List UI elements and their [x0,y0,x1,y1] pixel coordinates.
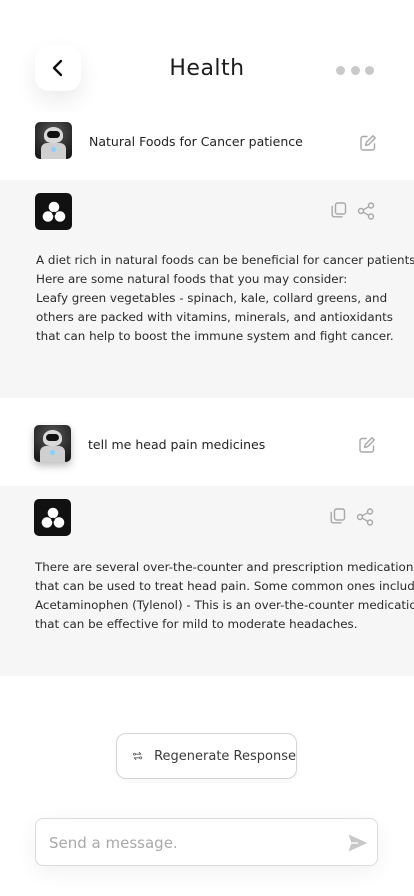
response-line: that can be effective for mild to modera… [35,617,358,631]
response-line: A diet rich in natural foods can be bene… [36,253,414,267]
edit-icon[interactable] [358,436,376,454]
more-dots-icon [350,65,360,75]
bot-response: There are several over-the-counter and p… [0,486,414,676]
response-line: that can be used to treat head pain. Som… [35,579,414,593]
share-icon[interactable] [357,202,375,220]
more-dots-icon [336,65,345,75]
bot-logo [34,499,71,536]
avatar [35,122,72,159]
response-line: that can help to boost the immune system… [36,329,394,343]
copy-icon[interactable] [330,508,346,524]
bot-logo [35,193,72,230]
regenerate-icon [132,751,143,761]
bot-response: A diet rich in natural foods can be bene… [0,180,414,398]
response-line: Acetaminophen (Tylenol) - This is an ove… [35,598,414,612]
more-options-button[interactable] [336,64,374,76]
header: Health [0,0,414,112]
message-input[interactable] [49,819,329,867]
message-composer [35,818,378,867]
share-icon[interactable] [356,508,374,526]
regenerate-response-button[interactable]: Regenerate Response [116,733,297,779]
response-line: There are several over-the-counter and p… [35,560,414,574]
avatar [34,425,71,462]
response-actions [330,508,374,526]
more-dots-icon [365,65,374,75]
bot-logo-icon [41,507,64,528]
bot-logo-icon [42,201,65,222]
bot-response-text: A diet rich in natural foods can be bene… [36,251,414,346]
bot-response-text: There are several over-the-counter and p… [35,558,414,634]
user-prompt: Natural Foods for Cancer patience [0,112,414,174]
edit-icon[interactable] [359,134,377,152]
response-actions [331,202,375,220]
send-icon[interactable] [347,833,369,853]
response-line: Here are some natural foods that you may… [36,272,348,286]
regenerate-label: Regenerate Response [154,748,296,764]
user-prompt-text: tell me head pain medicines [88,437,266,452]
response-line: Leafy green vegetables - spinach, kale, … [36,291,388,305]
response-line: others are packed with vitamins, mineral… [36,310,393,324]
user-prompt-text: Natural Foods for Cancer patience [89,134,303,149]
user-prompt: tell me head pain medicines [0,414,414,476]
copy-icon[interactable] [331,202,347,218]
